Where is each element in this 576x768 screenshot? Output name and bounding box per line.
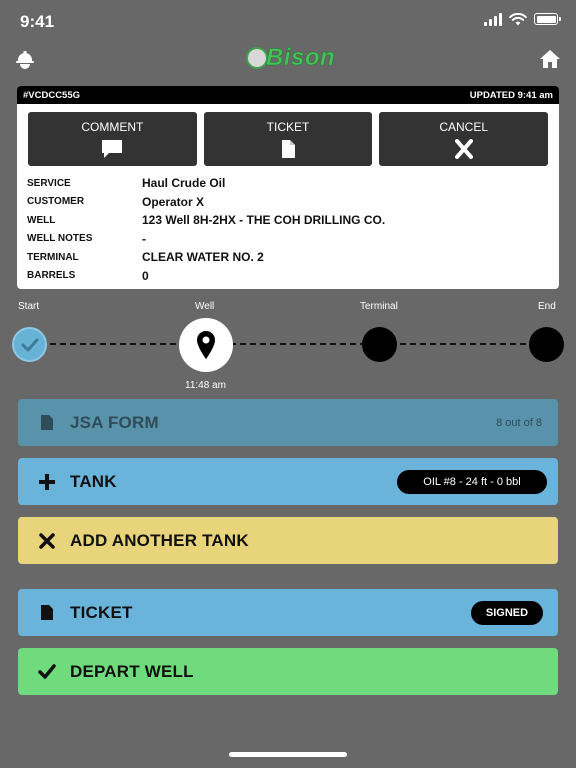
cancel-button-label: CANCEL	[439, 120, 489, 134]
document-icon	[282, 140, 295, 158]
tank-label: TANK	[70, 471, 117, 491]
info-key: SERVICE	[27, 177, 71, 189]
status-icons	[484, 12, 561, 26]
status-bar: 9:41	[0, 0, 576, 40]
step-start-node	[12, 327, 47, 362]
comment-button-label: COMMENT	[81, 120, 144, 134]
info-value: Haul Crude Oil	[142, 176, 226, 191]
app-header: Bison	[0, 42, 576, 78]
job-info-table: SERVICE Haul Crude Oil CUSTOMER Operator…	[17, 174, 559, 285]
info-key: CUSTOMER	[27, 196, 85, 208]
tank-button[interactable]: TANK OIL #8 - 24 ft - 0 bbl	[18, 458, 558, 505]
x-icon	[38, 532, 56, 550]
info-row-well: WELL 123 Well 8H-2HX - THE COH DRILLING …	[27, 211, 559, 230]
bison-logo: Bison	[246, 44, 335, 72]
step-terminal-node	[362, 327, 397, 362]
document-icon	[38, 414, 56, 432]
cancel-button[interactable]: CANCEL	[379, 112, 549, 166]
logo-text: Bison	[266, 44, 336, 72]
bison-logo-mark	[246, 47, 268, 69]
battery-icon	[534, 13, 561, 25]
info-row-service: SERVICE Haul Crude Oil	[27, 174, 559, 193]
jsa-form-count: 8 out of 8	[496, 416, 542, 429]
job-card: #VCDCC55G UPDATED 9:41 am COMMENT TICKET…	[17, 86, 559, 289]
info-row-well-notes: WELL NOTES -	[27, 230, 559, 249]
updated-time: UPDATED 9:41 am	[469, 89, 553, 101]
signed-badge: SIGNED	[471, 600, 543, 625]
progress-line	[30, 343, 546, 345]
info-row-barrels: BARRELS 0	[27, 267, 559, 286]
info-row-customer: CUSTOMER Operator X	[27, 193, 559, 212]
step-end-node	[529, 327, 564, 362]
step-label-end: End	[538, 301, 556, 312]
wifi-icon	[509, 12, 527, 25]
home-icon[interactable]	[538, 47, 562, 71]
depart-well-button[interactable]: DEPART WELL	[18, 648, 558, 695]
comment-icon	[102, 140, 123, 158]
cellular-signal-icon	[484, 12, 502, 26]
ticket-bar-button[interactable]: TICKET SIGNED	[18, 589, 558, 636]
step-label-start: Start	[18, 301, 40, 312]
add-another-tank-button[interactable]: ADD ANOTHER TANK	[18, 517, 558, 564]
info-value: Operator X	[142, 194, 205, 209]
depart-well-label: DEPART WELL	[70, 661, 194, 681]
comment-button[interactable]: COMMENT	[28, 112, 197, 166]
card-actions: COMMENT TICKET CANCEL	[17, 104, 559, 166]
info-key: TERMINAL	[27, 251, 79, 263]
ticket-bar-label: TICKET	[70, 602, 133, 622]
tank-status-pill: OIL #8 - 24 ft - 0 bbl	[397, 469, 547, 494]
step-label-terminal: Terminal	[360, 301, 398, 312]
job-card-header: #VCDCC55G UPDATED 9:41 am	[17, 86, 559, 104]
info-value: 123 Well 8H-2HX - THE COH DRILLING CO.	[142, 213, 386, 228]
driver-helmet-icon[interactable]	[14, 48, 36, 70]
info-key: WELL	[27, 214, 56, 226]
info-value: CLEAR WATER NO. 2	[142, 250, 264, 265]
ticket-button-label: TICKET	[266, 120, 310, 134]
check-icon	[21, 338, 38, 351]
step-label-well: Well	[195, 301, 215, 312]
info-value: -	[142, 231, 146, 246]
step-well-node	[179, 318, 233, 372]
check-icon	[38, 663, 56, 681]
jsa-form-button[interactable]: JSA FORM 8 out of 8	[18, 399, 558, 446]
trip-progress: Start Well Terminal End 11:48 am	[0, 296, 576, 396]
home-indicator[interactable]	[229, 752, 347, 757]
info-value: 0	[142, 268, 149, 283]
status-time: 9:41	[20, 12, 55, 31]
add-another-tank-label: ADD ANOTHER TANK	[70, 530, 249, 550]
x-icon	[454, 139, 473, 159]
map-pin-icon	[197, 331, 215, 359]
jsa-form-label: JSA FORM	[70, 412, 159, 432]
info-key: BARRELS	[27, 270, 76, 282]
well-arrival-time: 11:48 am	[185, 380, 226, 391]
info-key: WELL NOTES	[27, 233, 93, 245]
job-id: #VCDCC55G	[23, 89, 81, 101]
plus-icon	[38, 473, 56, 491]
document-icon	[38, 604, 56, 622]
ticket-button[interactable]: TICKET	[203, 112, 373, 166]
info-row-terminal: TERMINAL CLEAR WATER NO. 2	[27, 248, 559, 267]
